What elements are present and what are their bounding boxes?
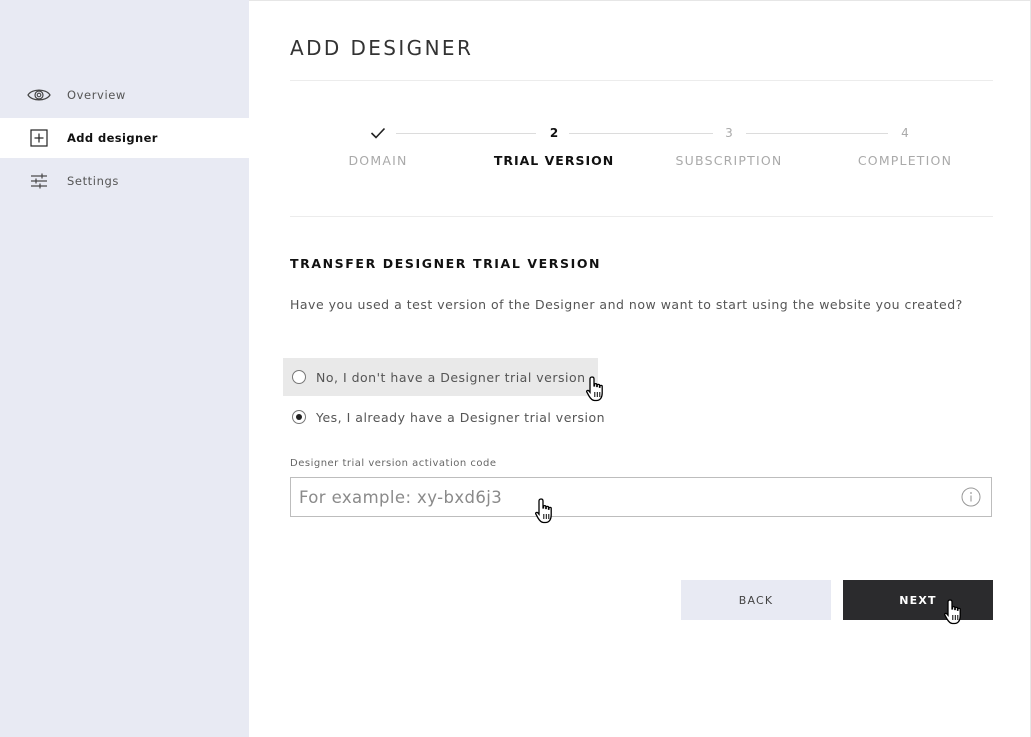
checkmark-icon: [303, 123, 453, 143]
sidebar-item-add-designer[interactable]: Add designer: [0, 118, 249, 158]
next-button[interactable]: NEXT: [843, 580, 993, 620]
step-subscription: 3 SUBSCRIPTION: [654, 123, 804, 168]
step-number: 3: [725, 126, 733, 140]
step-label: COMPLETION: [857, 153, 953, 168]
activation-code-field[interactable]: [290, 477, 992, 517]
sidebar-item-overview[interactable]: Overview: [0, 75, 249, 115]
step-number: 4: [901, 126, 909, 140]
plus-square-icon: [27, 128, 51, 148]
activation-code-input[interactable]: [291, 478, 931, 516]
sliders-icon: [27, 171, 51, 191]
back-button[interactable]: BACK: [681, 580, 831, 620]
radio-label: Yes, I already have a Designer trial ver…: [316, 409, 606, 425]
radio-button[interactable]: [292, 370, 306, 384]
step-completion: 4 COMPLETION: [830, 123, 980, 168]
sidebar-item-label: Overview: [67, 88, 126, 102]
eye-icon: [27, 85, 51, 105]
question-text: Have you used a test version of the Desi…: [290, 297, 963, 312]
radio-option-no-trial[interactable]: No, I don't have a Designer trial versio…: [283, 358, 598, 396]
divider: [290, 80, 993, 81]
sidebar: Overview Add designer Settings: [0, 0, 249, 737]
sidebar-item-label: Settings: [67, 174, 119, 188]
step-trial-version: 2 TRIAL VERSION: [479, 123, 629, 168]
radio-label: No, I don't have a Designer trial versio…: [316, 369, 586, 385]
step-number: 2: [549, 126, 559, 140]
step-label: TRIAL VERSION: [493, 153, 615, 168]
page-title: ADD DESIGNER: [290, 36, 474, 60]
step-label: SUBSCRIPTION: [675, 153, 783, 168]
divider: [290, 216, 993, 217]
step-label: DOMAIN: [348, 153, 408, 168]
section-heading: TRANSFER DESIGNER TRIAL VERSION: [290, 256, 602, 271]
step-domain: DOMAIN: [303, 123, 453, 168]
sidebar-item-settings[interactable]: Settings: [0, 161, 249, 201]
info-icon[interactable]: [961, 487, 981, 507]
radio-option-has-trial[interactable]: Yes, I already have a Designer trial ver…: [283, 398, 617, 436]
radio-button[interactable]: [292, 410, 306, 424]
main-panel: ADD DESIGNER DOMAIN 2 TRIAL VERSION 3 SU…: [249, 0, 1031, 737]
activation-code-label: Designer trial version activation code: [290, 458, 497, 469]
sidebar-item-label: Add designer: [67, 131, 158, 145]
